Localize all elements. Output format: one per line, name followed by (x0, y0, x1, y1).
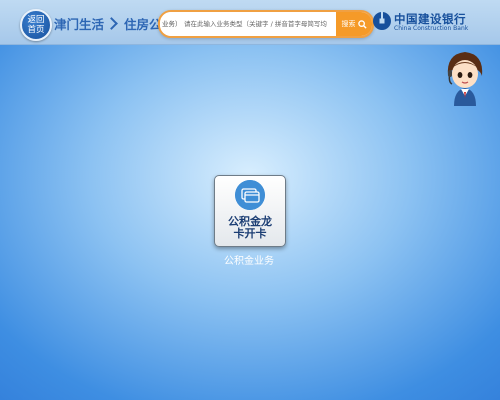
search-button-label: 搜索 (341, 20, 356, 28)
search-input[interactable] (184, 12, 332, 36)
search-partial-text: 业务） (160, 12, 182, 36)
assistant-avatar-icon[interactable] (442, 48, 488, 106)
ccb-logo-icon (373, 11, 391, 30)
search-button[interactable]: 搜索 (336, 12, 372, 36)
top-bar: 返回 首页 津门生活 住房公积金 业务） 搜索 中国建设银行 China Con… (0, 0, 500, 45)
home-button-line1: 返回 (27, 15, 45, 25)
tile-caption: 公积金业务 (224, 256, 274, 267)
card-icon (235, 180, 265, 210)
search-bar: 业务） 搜索 (158, 10, 374, 38)
tile-label-line2: 卡开卡 (233, 227, 267, 240)
chevron-right-icon (105, 17, 118, 30)
fund-card-open-button[interactable]: 公积金龙 卡开卡 (214, 175, 286, 247)
search-icon (357, 19, 367, 29)
bank-name-english: China Construction Bank (394, 25, 469, 32)
breadcrumb-item-life[interactable]: 津门生活 (54, 14, 104, 33)
home-button[interactable]: 返回 首页 (20, 9, 52, 41)
home-button-line2: 首页 (27, 25, 45, 35)
tile-label: 公积金龙 卡开卡 (215, 216, 285, 240)
